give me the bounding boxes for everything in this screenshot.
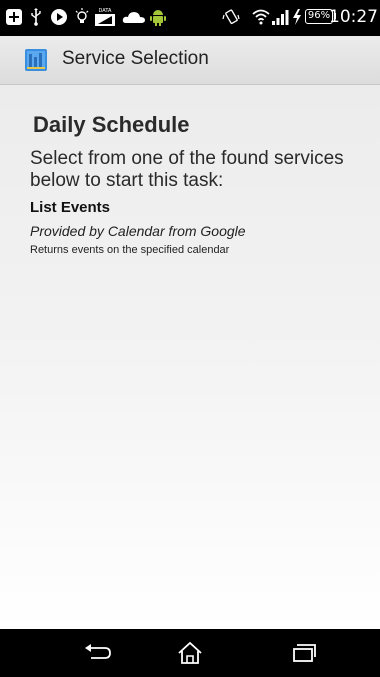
status-bar: DATA 96% 10:27: [0, 0, 380, 36]
action-bar: Service Selection: [0, 36, 380, 85]
play-icon: [50, 6, 68, 28]
signal-icon: [272, 6, 290, 28]
vibrate-icon: [222, 6, 240, 28]
add-icon: [6, 6, 22, 28]
wifi-icon: [252, 6, 270, 28]
cloud-icon: [122, 6, 146, 28]
lightbulb-icon: [75, 6, 89, 28]
status-time: 10:27: [329, 7, 378, 27]
app-icon[interactable]: [25, 49, 47, 71]
home-icon[interactable]: [168, 637, 212, 669]
back-icon[interactable]: [76, 637, 120, 669]
action-bar-title: Service Selection: [62, 48, 209, 69]
recent-apps-icon[interactable]: [282, 637, 326, 669]
android-icon: [150, 6, 166, 28]
page-title: Daily Schedule: [33, 112, 190, 137]
usb-icon: [30, 6, 42, 28]
data-icon: DATA: [95, 6, 115, 28]
navigation-bar: [0, 629, 380, 677]
service-item-list-events[interactable]: List Events Provided by Calendar from Go…: [30, 199, 370, 256]
service-name: List Events: [30, 199, 111, 216]
service-description: Returns events on the specified calendar: [30, 244, 230, 256]
screen: DATA 96% 10:27 Service Selection Daily S…: [0, 0, 380, 677]
main-content: Daily Schedule Select from one of the fo…: [0, 85, 380, 629]
charging-icon: [292, 6, 302, 28]
instructions-text: Select from one of the found services be…: [30, 148, 344, 191]
service-provider: Provided by Calendar from Google: [30, 223, 246, 239]
